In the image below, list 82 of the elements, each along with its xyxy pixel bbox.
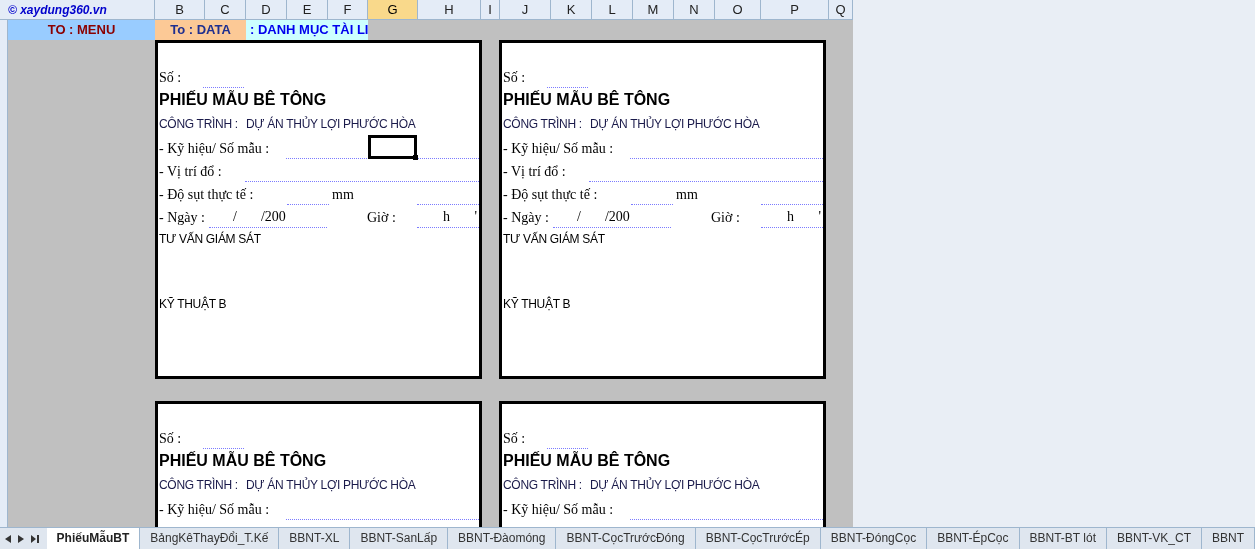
sheet-tab[interactable]: BBNT-SanLấp — [350, 528, 449, 549]
number-label: Số : — [159, 429, 183, 448]
column-header[interactable]: C — [205, 0, 246, 19]
hour-text: h — [787, 207, 794, 226]
form-title: PHIẾU MẪU BÊ TÔNG — [159, 450, 328, 471]
column-header[interactable]: M — [633, 0, 674, 19]
sheet-tab[interactable]: BBNT-VK_CT — [1106, 528, 1202, 549]
sheet-tab[interactable]: BBNT-XL — [279, 528, 351, 549]
project-name: DỰ ÁN THỦY LỢI PHƯỚC HÒA — [246, 476, 416, 494]
project-name: DỰ ÁN THỦY LỢI PHƯỚC HÒA — [246, 115, 416, 133]
field-label: - Ngày : — [159, 209, 205, 225]
minute-text: ' — [818, 207, 821, 226]
sheet-tab[interactable]: BBNT — [1202, 528, 1255, 549]
form-title: PHIẾU MẪU BÊ TÔNG — [503, 450, 672, 471]
column-header[interactable]: D — [246, 0, 287, 19]
sheet-link[interactable]: : DANH MỤC TÀI LI — [246, 20, 368, 40]
project-name: DỰ ÁN THỦY LỢI PHƯỚC HÒA — [590, 115, 760, 133]
sheet-tab[interactable]: BBNT-CọcTrướcÉp — [695, 528, 821, 549]
time-label: Giờ : — [367, 208, 397, 227]
year-text: /200 — [604, 207, 630, 226]
unit-label: mm — [332, 185, 355, 204]
date-field[interactable]: / /200 — [209, 207, 327, 228]
column-header[interactable]: I — [481, 0, 500, 19]
date-separator: / — [233, 207, 237, 226]
signer-label: TƯ VẤN GIÁM SÁT — [159, 230, 262, 248]
next-sheet-icon[interactable] — [18, 534, 24, 543]
time-field[interactable]: h ' — [417, 207, 479, 228]
column-header[interactable]: N — [674, 0, 715, 19]
column-header[interactable]: J — [500, 0, 551, 19]
project-name: DỰ ÁN THỦY LỢI PHƯỚC HÒA — [590, 476, 760, 494]
column-header[interactable]: K — [551, 0, 592, 19]
hour-text: h — [443, 207, 450, 226]
sheet-tab[interactable]: BBNT-BT lót — [1019, 528, 1107, 549]
fill-in-line[interactable] — [286, 138, 479, 159]
time-label: Giờ : — [711, 208, 741, 227]
column-header[interactable]: L — [592, 0, 633, 19]
field-label: - Kỹ hiệu/ Số mẫu : — [159, 501, 270, 517]
project-label: CÔNG TRÌNH : — [503, 476, 583, 494]
column-header[interactable]: H — [418, 0, 481, 19]
logo-text: © xaydung360.vn — [0, 0, 155, 19]
number-label: Số : — [503, 68, 527, 87]
project-label: CÔNG TRÌNH : — [159, 115, 239, 133]
unit-label: mm — [676, 185, 699, 204]
form-title: PHIẾU MẪU BÊ TÔNG — [503, 89, 672, 110]
sheet-link[interactable]: TO : MENU — [8, 20, 155, 40]
field-label: - Kỹ hiệu/ Số mẫu : — [503, 501, 614, 517]
sheet-tab[interactable]: BBNT-ĐóngCọc — [820, 528, 928, 549]
signer-label: KỸ THUẬT B — [503, 295, 572, 313]
field-label: - Kỹ hiệu/ Số mẫu : — [503, 140, 614, 156]
signer-label: KỸ THUẬT B — [159, 295, 228, 313]
date-separator: / — [577, 207, 581, 226]
date-field[interactable]: / /200 — [553, 207, 671, 228]
field-label: - Ngày : — [503, 209, 549, 225]
sheet-tab[interactable]: BBNT-ÉpCọc — [927, 528, 1020, 549]
form-title: PHIẾU MẪU BÊ TÔNG — [159, 89, 328, 110]
year-text: /200 — [260, 207, 286, 226]
sheet-tab[interactable]: BBNT-Đàomóng — [448, 528, 557, 549]
minute-text: ' — [474, 207, 477, 226]
previous-sheet-icon[interactable] — [5, 534, 11, 543]
sheet-link[interactable]: To : DATA — [155, 20, 246, 40]
sheet-tab[interactable]: BảngKêThayĐổi_T.Kế — [140, 528, 280, 549]
field-label: - Vị trí đổ : — [159, 163, 222, 179]
column-header[interactable]: E — [287, 0, 328, 19]
column-header[interactable]: P — [761, 0, 829, 19]
column-header[interactable]: O — [715, 0, 761, 19]
column-header[interactable]: G — [368, 0, 418, 19]
project-label: CÔNG TRÌNH : — [503, 115, 583, 133]
field-label: - Kỹ hiệu/ Số mẫu : — [159, 140, 270, 156]
column-header[interactable]: B — [155, 0, 205, 19]
field-label: - Độ sụt thực tế : — [159, 186, 254, 202]
column-header[interactable]: Q — [829, 0, 853, 19]
number-label: Số : — [503, 429, 527, 448]
sheet-tab[interactable]: BBNT-CọcTrướcĐóng — [556, 528, 696, 549]
field-label: - Độ sụt thực tế : — [503, 186, 598, 202]
number-label: Số : — [159, 68, 183, 87]
signer-label: TƯ VẤN GIÁM SÁT — [503, 230, 606, 248]
last-sheet-icon[interactable] — [31, 534, 39, 543]
field-label: - Vị trí đổ : — [503, 163, 566, 179]
project-label: CÔNG TRÌNH : — [159, 476, 239, 494]
sheet-tab[interactable]: PhiếuMẫuBT — [46, 528, 141, 549]
time-field[interactable]: h ' — [761, 207, 823, 228]
cell-cursor[interactable] — [368, 134, 417, 159]
